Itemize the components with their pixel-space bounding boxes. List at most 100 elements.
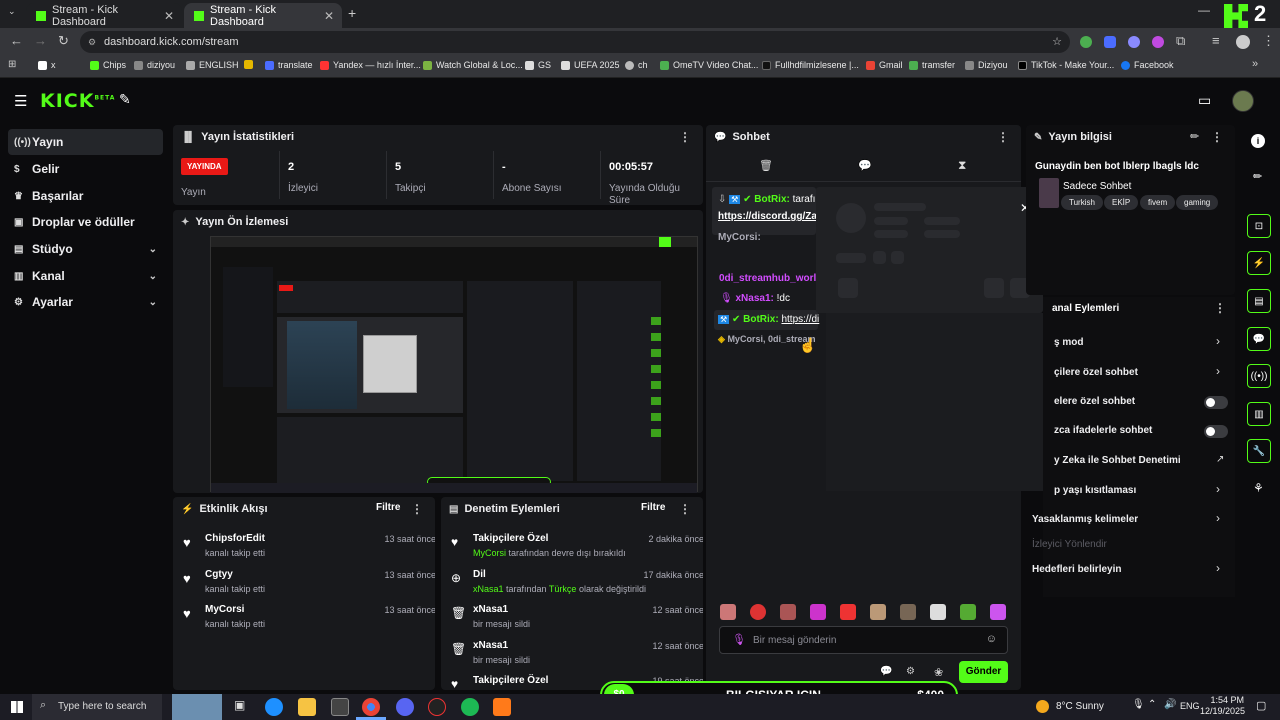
action-followers-only[interactable]: çilere özel sohbet — [1054, 367, 1138, 378]
forward-icon[interactable]: → — [34, 33, 47, 48]
bookmark-item[interactable] — [244, 60, 257, 69]
sidebar-item-yayin[interactable]: ((•)) Yayın — [8, 129, 163, 155]
reload-icon[interactable]: ↻ — [58, 33, 69, 49]
notification-icon[interactable]: ▢ — [1256, 699, 1266, 712]
feed-user[interactable]: Cgtyy — [205, 569, 233, 580]
chat-link[interactable]: https://di — [781, 314, 819, 325]
action-ai-moderation[interactable]: y Zeka ile Sohbet Denetimi — [1054, 455, 1181, 466]
activity-filter-button[interactable]: Filtre — [376, 502, 400, 513]
chat-extra-icon[interactable]: ❀ — [934, 666, 943, 679]
extension-translate-icon[interactable] — [1104, 36, 1116, 48]
moderation-filter-button[interactable]: Filtre — [641, 502, 665, 513]
sidebar-item-droplar[interactable]: ▣ Droplar ve ödüller — [8, 209, 163, 235]
bookmark-item[interactable]: ch — [625, 60, 648, 70]
moderation-menu-icon[interactable]: ⋮ — [679, 502, 691, 516]
stats-menu-icon[interactable]: ⋮ — [679, 130, 691, 144]
user-avatar[interactable] — [1232, 90, 1254, 112]
tab-search-icon[interactable]: ⌄ — [8, 6, 16, 17]
emote-icon[interactable] — [960, 604, 976, 620]
rail-button-layout[interactable]: ▥ — [1247, 402, 1271, 426]
tray-chevron-icon[interactable]: ⌃ — [1148, 699, 1156, 710]
edge-icon[interactable] — [265, 698, 283, 716]
chat-settings-bubble-icon[interactable]: 💬 — [880, 666, 892, 677]
bookmark-item[interactable]: Chips — [90, 60, 126, 70]
chat-username[interactable]: xNasa1: — [735, 293, 773, 304]
vlc-icon[interactable] — [493, 698, 511, 716]
bookmark-item[interactable]: Diziyou — [965, 60, 1008, 70]
extension-purple-icon[interactable] — [1152, 36, 1164, 48]
extensions-puzzle-icon[interactable]: ⧉ — [1176, 33, 1185, 49]
chat-link[interactable]: https://discord.gg/Za — [718, 211, 817, 222]
hamburger-menu-icon[interactable]: ☰ — [14, 92, 27, 110]
chat-menu-icon[interactable]: ⋮ — [997, 130, 1009, 144]
gear-icon[interactable]: ⚙ — [906, 666, 915, 677]
mod-actor[interactable]: MyCorsi — [473, 548, 506, 558]
url-field[interactable]: ⚙ dashboard.kick.com/stream ☆ — [80, 31, 1070, 53]
chevron-right-icon[interactable]: › — [1216, 334, 1220, 348]
edit-icon[interactable]: ✏ — [1253, 170, 1262, 183]
task-view-icon[interactable]: ▣ — [234, 698, 245, 712]
sidebar-item-gelir[interactable]: $ Gelir — [8, 156, 163, 182]
language-indicator[interactable]: ENG — [1180, 701, 1200, 711]
toggle-subscribers-only[interactable] — [1204, 396, 1228, 409]
toggle-emote-only[interactable] — [1204, 425, 1228, 438]
stream-preview-video[interactable] — [210, 236, 698, 493]
profile-avatar-icon[interactable] — [1236, 35, 1250, 49]
bookmark-item[interactable]: diziyou — [134, 60, 175, 70]
emote-icon[interactable] — [870, 604, 886, 620]
activity-menu-icon[interactable]: ⋮ — [411, 502, 423, 516]
kick-logo[interactable]: KICKBETA — [40, 90, 115, 112]
sidebar-item-ayarlar[interactable]: ⚙ Ayarlar ⌄ — [8, 289, 163, 315]
category-thumbnail[interactable] — [1039, 178, 1059, 208]
bookmark-item[interactable]: ENGLISH — [186, 60, 239, 70]
mod-actor[interactable]: xNasa1 — [473, 584, 504, 594]
external-link-icon[interactable]: ↗ — [1216, 454, 1224, 465]
rail-button-bolt[interactable]: ⚡ — [1247, 251, 1271, 275]
tab-stream-1[interactable]: Stream - Kick Dashboard ✕ — [26, 3, 182, 28]
chevron-right-icon[interactable]: › — [1216, 511, 1220, 525]
bookmark-item[interactable]: Watch Global & Loc... — [423, 60, 523, 70]
bookmark-star-icon[interactable]: ☆ — [1052, 31, 1062, 53]
wallet-icon[interactable]: ▭ — [1198, 92, 1211, 109]
chat-username[interactable]: MyCorsi: — [718, 232, 761, 243]
action-slow-mode[interactable]: ş mod — [1054, 337, 1083, 348]
chat-username[interactable]: BotRix: — [754, 194, 790, 205]
bookmark-item[interactable]: TikTok - Make Your... — [1018, 60, 1114, 70]
bookmark-item[interactable]: GS — [525, 60, 551, 70]
trash-icon[interactable]: 🗑 — [759, 159, 773, 172]
emote-icon[interactable] — [810, 604, 826, 620]
windows-start-icon[interactable] — [11, 701, 23, 713]
emote-icon[interactable] — [780, 604, 796, 620]
rail-button-broadcast[interactable]: ((•)) — [1247, 364, 1271, 388]
taskbar-search-box[interactable]: ⌕ Type here to search — [32, 694, 162, 720]
volume-icon[interactable]: 🔊 — [1164, 699, 1176, 710]
action-set-goals[interactable]: Hedefleri belirleyin — [1032, 564, 1121, 575]
chevron-right-icon[interactable]: › — [1216, 364, 1220, 378]
action-banned-words[interactable]: Yasaklanmış kelimeler — [1032, 514, 1138, 525]
bookmark-item[interactable]: Facebook — [1121, 60, 1174, 70]
emote-icon[interactable] — [840, 604, 856, 620]
bookmark-item[interactable]: Yandex — hızlı İnter... — [320, 60, 421, 70]
store-icon[interactable] — [331, 698, 349, 716]
extension-vpn-icon[interactable] — [1128, 36, 1140, 48]
chat-bubble-icon[interactable]: 💬 — [858, 159, 872, 172]
bookmark-item[interactable]: Gmail — [866, 60, 903, 70]
category-name[interactable]: Sadece Sohbet — [1063, 181, 1131, 192]
emoji-icon[interactable]: ☺ — [986, 633, 997, 645]
pin-icon[interactable]: ✎ — [119, 91, 131, 108]
apps-grid-icon[interactable]: ⊞ — [8, 59, 16, 70]
chat-username[interactable]: 0di_streamhub_world: — [719, 273, 826, 284]
bookmark-item[interactable]: OmeTV Video Chat... — [660, 60, 758, 70]
clock-time[interactable]: 1:54 PM — [1208, 695, 1244, 705]
rail-button-tools[interactable]: 🔧 — [1247, 439, 1271, 463]
rail-button-list[interactable]: ▤ — [1247, 289, 1271, 313]
send-button[interactable]: Gönder — [959, 661, 1008, 683]
bookmark-item[interactable]: translate — [265, 60, 313, 70]
channel-actions-menu-icon[interactable]: ⋮ — [1214, 301, 1226, 315]
hourglass-icon[interactable]: ⧗ — [958, 158, 966, 173]
spotify-icon[interactable] — [461, 698, 479, 716]
discord-icon[interactable] — [396, 698, 414, 716]
mod-title[interactable]: xNasa1 — [473, 640, 508, 651]
chevron-right-icon[interactable]: › — [1216, 561, 1220, 575]
chrome-icon[interactable] — [362, 698, 380, 716]
